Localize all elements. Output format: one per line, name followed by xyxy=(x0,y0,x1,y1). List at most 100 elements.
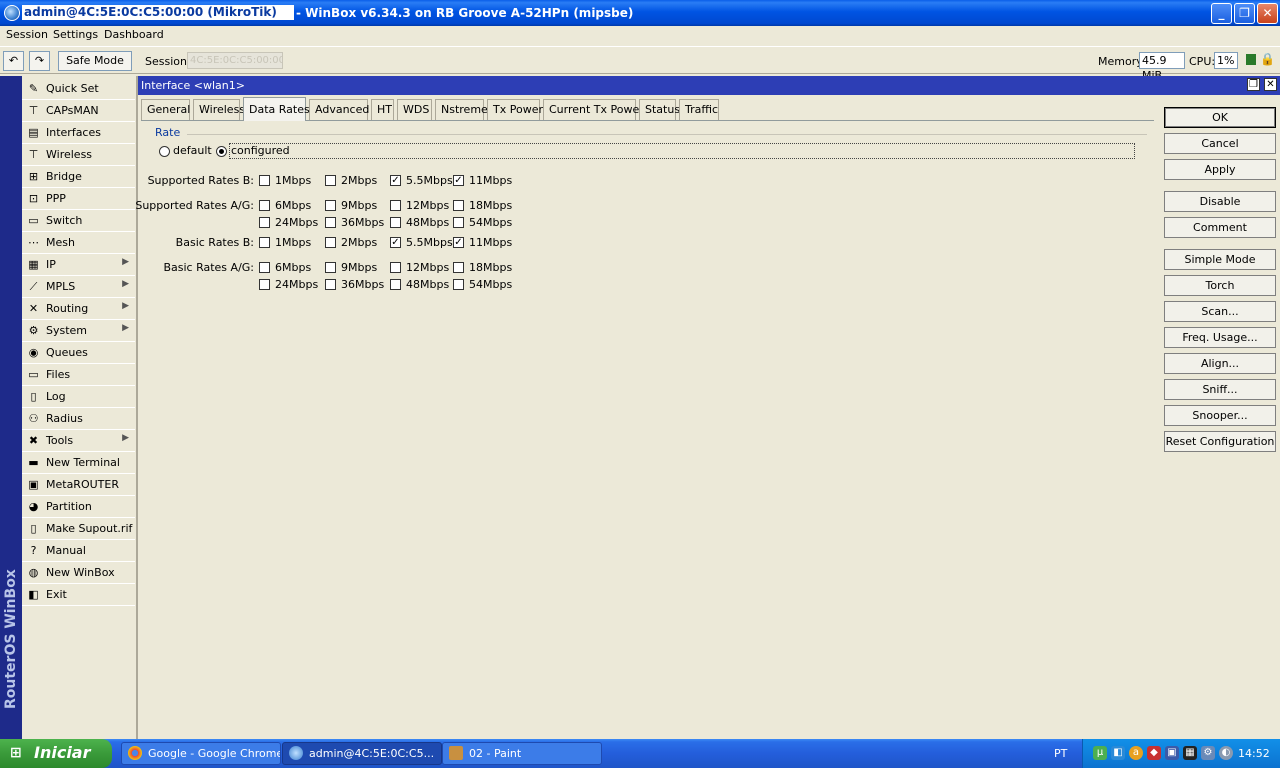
tab-data-rates[interactable]: Data Rates xyxy=(243,97,310,121)
tab-advanced[interactable]: Advanced xyxy=(309,99,369,120)
avast-icon[interactable]: a xyxy=(1129,746,1143,760)
supported-ag-checkbox-12mbps[interactable] xyxy=(390,200,401,211)
apply-button[interactable]: Apply xyxy=(1164,159,1276,180)
supported-b-checkbox-1mbps[interactable] xyxy=(259,175,270,186)
simple-mode-button[interactable]: Simple Mode xyxy=(1164,249,1276,270)
minimize-button[interactable]: _ xyxy=(1211,3,1232,24)
basic-ag-checkbox-24mbps[interactable] xyxy=(259,279,270,290)
utorrent-icon[interactable]: µ xyxy=(1093,746,1107,760)
sidebar-item-new-terminal[interactable]: ▬ New Terminal xyxy=(22,452,135,474)
comment-button[interactable]: Comment xyxy=(1164,217,1276,238)
snooper-button[interactable]: Snooper... xyxy=(1164,405,1276,426)
supported-b-checkbox-5-5mbps[interactable]: ✓ xyxy=(390,175,401,186)
reset-configuration-button[interactable]: Reset Configuration xyxy=(1164,431,1276,452)
maximize-button[interactable]: ❐ xyxy=(1234,3,1255,24)
start-button[interactable]: ⊞ Iniciar xyxy=(0,739,112,768)
basic-ag-checkbox-54mbps[interactable] xyxy=(453,279,464,290)
freq-usage-button[interactable]: Freq. Usage... xyxy=(1164,327,1276,348)
tab-current-tx-power[interactable]: Current Tx Power xyxy=(543,99,644,120)
sidebar-item-metarouter[interactable]: ▣ MetaROUTER xyxy=(22,474,135,496)
sidebar-item-routing[interactable]: ✕ Routing ▶ xyxy=(22,298,135,320)
window-close-icon[interactable]: ✕ xyxy=(1264,78,1277,91)
sidebar-item-interfaces[interactable]: ▤ Interfaces xyxy=(22,122,135,144)
volume-icon[interactable]: ◐ xyxy=(1219,746,1233,760)
tab-general[interactable]: General xyxy=(141,99,190,120)
basic-ag-checkbox-48mbps[interactable] xyxy=(390,279,401,290)
basic-ag-checkbox-6mbps[interactable] xyxy=(259,262,270,273)
disable-button[interactable]: Disable xyxy=(1164,191,1276,212)
supported-ag-checkbox-54mbps[interactable] xyxy=(453,217,464,228)
tab-wireless[interactable]: Wireless xyxy=(193,99,245,120)
lock-icon[interactable]: 🔒 xyxy=(1260,52,1275,66)
supported-b-checkbox-2mbps[interactable] xyxy=(325,175,336,186)
menu-dashboard[interactable]: Dashboard xyxy=(104,28,164,41)
settings-icon[interactable]: ⚙ xyxy=(1201,746,1215,760)
tab-nstreme[interactable]: Nstreme xyxy=(435,99,488,120)
sniff-button[interactable]: Sniff... xyxy=(1164,379,1276,400)
supported-ag-checkbox-9mbps[interactable] xyxy=(325,200,336,211)
tab-wds[interactable]: WDS xyxy=(397,99,432,120)
basic-b-checkbox-2mbps[interactable] xyxy=(325,237,336,248)
supported-ag-checkbox-36mbps[interactable] xyxy=(325,217,336,228)
sidebar-item-exit[interactable]: ◧ Exit xyxy=(22,584,135,606)
sidebar-item-partition[interactable]: ◕ Partition xyxy=(22,496,135,518)
restore-icon[interactable]: ❐ xyxy=(1247,78,1260,91)
close-button[interactable]: ✕ xyxy=(1257,3,1278,24)
supported-b-checkbox-11mbps[interactable]: ✓ xyxy=(453,175,464,186)
basic-b-checkbox-1mbps[interactable] xyxy=(259,237,270,248)
sidebar-item-quick-set[interactable]: ✎ Quick Set xyxy=(22,78,135,100)
sidebar-item-log[interactable]: ▯ Log xyxy=(22,386,135,408)
cancel-button[interactable]: Cancel xyxy=(1164,133,1276,154)
torch-button[interactable]: Torch xyxy=(1164,275,1276,296)
shield-icon[interactable]: ◆ xyxy=(1147,746,1161,760)
rate-configured-radio[interactable] xyxy=(216,146,227,157)
basic-ag-checkbox-9mbps[interactable] xyxy=(325,262,336,273)
tab-status[interactable]: Status xyxy=(639,99,680,120)
basic-ag-checkbox-12mbps[interactable] xyxy=(390,262,401,273)
sidebar-item-manual[interactable]: ? Manual xyxy=(22,540,135,562)
sidebar-item-tools[interactable]: ✖ Tools ▶ xyxy=(22,430,135,452)
ok-button[interactable]: OK xyxy=(1164,107,1276,128)
supported-ag-checkbox-48mbps[interactable] xyxy=(390,217,401,228)
sidebar-item-wireless[interactable]: ⊤ Wireless xyxy=(22,144,135,166)
tab-traffic[interactable]: Traffic xyxy=(679,99,719,120)
menu-settings[interactable]: Settings xyxy=(53,28,98,41)
interface-window-titlebar[interactable]: Interface <wlan1> ❐ ✕ xyxy=(138,76,1280,95)
sidebar-item-bridge[interactable]: ⊞ Bridge xyxy=(22,166,135,188)
undo-button[interactable]: ↶ xyxy=(3,51,24,71)
menu-session[interactable]: Session xyxy=(6,28,48,41)
task-chrome[interactable]: Google - Google Chrome xyxy=(121,742,281,765)
supported-ag-checkbox-18mbps[interactable] xyxy=(453,200,464,211)
task-paint[interactable]: 02 - Paint xyxy=(442,742,602,765)
sidebar-item-files[interactable]: ▭ Files xyxy=(22,364,135,386)
sidebar-item-mesh[interactable]: ⋯ Mesh xyxy=(22,232,135,254)
sidebar-item-ip[interactable]: ▦ IP ▶ xyxy=(22,254,135,276)
sidebar-item-mpls[interactable]: ⟋ MPLS ▶ xyxy=(22,276,135,298)
network-icon[interactable]: ◧ xyxy=(1111,746,1125,760)
basic-b-checkbox-11mbps[interactable]: ✓ xyxy=(453,237,464,248)
monitor-icon[interactable]: ▣ xyxy=(1165,746,1179,760)
supported-ag-checkbox-6mbps[interactable] xyxy=(259,200,270,211)
tab-tx-power[interactable]: Tx Power xyxy=(487,99,543,120)
rate-default-radio[interactable] xyxy=(159,146,170,157)
sidebar-item-capsman[interactable]: ⊤ CAPsMAN xyxy=(22,100,135,122)
sidebar-item-queues[interactable]: ◉ Queues xyxy=(22,342,135,364)
task-winbox[interactable]: admin@4C:5E:0C:C5... xyxy=(282,742,442,765)
sidebar-item-new-winbox[interactable]: ◍ New WinBox xyxy=(22,562,135,584)
sidebar-item-make-supout-rif[interactable]: ▯ Make Supout.rif xyxy=(22,518,135,540)
basic-ag-checkbox-36mbps[interactable] xyxy=(325,279,336,290)
tab-ht[interactable]: HT xyxy=(371,99,394,120)
supported-ag-checkbox-24mbps[interactable] xyxy=(259,217,270,228)
display-icon[interactable]: ▦ xyxy=(1183,746,1197,760)
sidebar-item-switch[interactable]: ▭ Switch xyxy=(22,210,135,232)
safe-mode-button[interactable]: Safe Mode xyxy=(58,51,132,71)
redo-button[interactable]: ↷ xyxy=(29,51,50,71)
align-button[interactable]: Align... xyxy=(1164,353,1276,374)
window-titlebar[interactable]: admin@4C:5E:0C:C5:00:00 (MikroTik) - Win… xyxy=(0,0,1280,26)
language-indicator[interactable]: PT xyxy=(1054,747,1067,760)
scan-button[interactable]: Scan... xyxy=(1164,301,1276,322)
sidebar-item-system[interactable]: ⚙ System ▶ xyxy=(22,320,135,342)
sidebar-item-radius[interactable]: ⚇ Radius xyxy=(22,408,135,430)
basic-ag-checkbox-18mbps[interactable] xyxy=(453,262,464,273)
sidebar-item-ppp[interactable]: ⊡ PPP xyxy=(22,188,135,210)
